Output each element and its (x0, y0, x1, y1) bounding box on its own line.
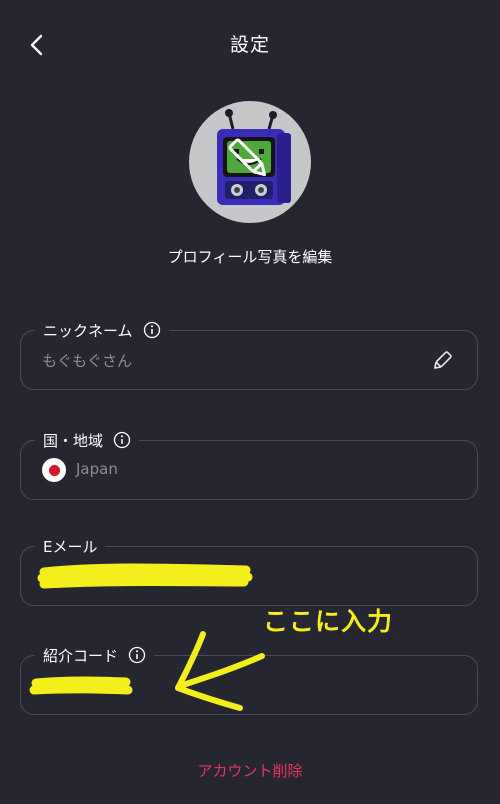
info-icon[interactable] (113, 431, 131, 449)
delete-account-button[interactable]: アカウント削除 (0, 760, 500, 781)
info-icon[interactable] (128, 646, 146, 664)
nickname-value[interactable]: もぐもぐさん (42, 350, 132, 371)
header: 設定 (0, 0, 500, 90)
japan-flag-icon (42, 458, 66, 482)
annotation-label: ここに入力 (263, 607, 394, 636)
referral-code-label-text: 紹介コード (43, 646, 119, 665)
nickname-label-text: ニックネーム (43, 321, 133, 340)
country-field[interactable]: 国・地域 Japan (20, 428, 478, 500)
country-label: 国・地域 (35, 428, 140, 452)
email-label-text: Eメール (43, 537, 98, 556)
nickname-label: ニックネーム (35, 318, 169, 342)
country-value[interactable]: Japan (76, 460, 118, 478)
edit-profile-photo-link[interactable]: プロフィール写真を編集 (0, 246, 500, 267)
robot-avatar-icon (217, 109, 291, 205)
email-label: Eメール (35, 534, 106, 558)
country-label-text: 国・地域 (43, 431, 104, 450)
avatar[interactable] (189, 101, 311, 223)
referral-code-label: 紹介コード (35, 643, 155, 667)
referral-code-field[interactable]: 紹介コード (20, 643, 478, 715)
info-icon[interactable] (143, 321, 161, 339)
email-field[interactable]: Eメール (20, 534, 478, 606)
nickname-field[interactable]: ニックネーム もぐもぐさん (20, 318, 478, 390)
page-title: 設定 (229, 34, 270, 56)
pencil-icon[interactable] (431, 350, 453, 372)
